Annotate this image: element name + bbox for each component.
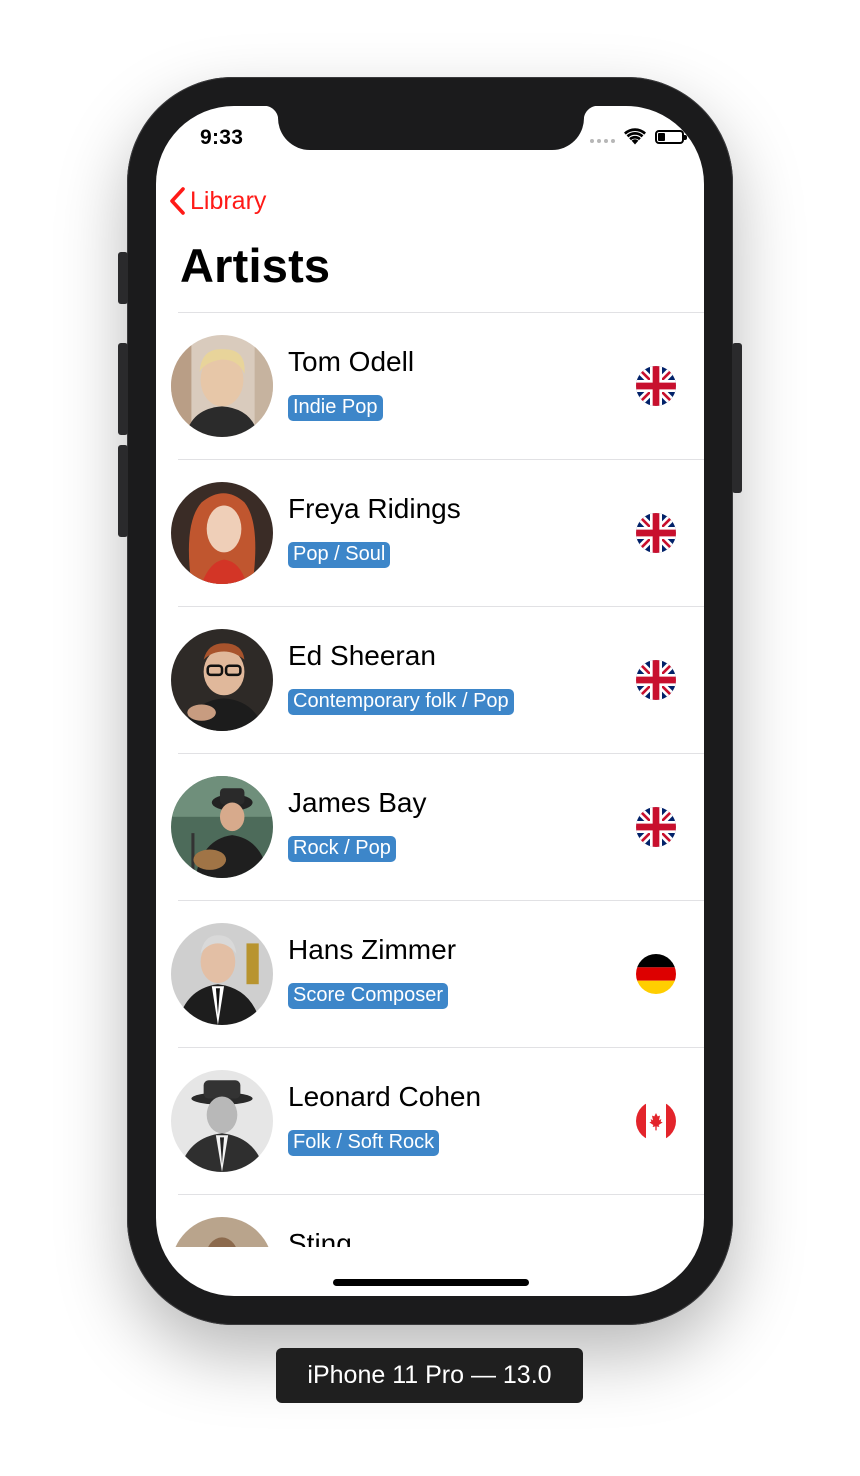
- avatar: [171, 629, 273, 731]
- back-label: Library: [190, 186, 267, 215]
- gb-flag-icon: [636, 366, 676, 406]
- de-flag-icon: [636, 954, 676, 994]
- gb-flag-icon: [636, 807, 676, 847]
- back-button[interactable]: Library: [168, 186, 266, 216]
- gb-flag-icon: [636, 660, 676, 700]
- artist-list[interactable]: Tom Odell Indie Pop Freya Ridings Pop / …: [156, 313, 704, 1247]
- volume-up-button: [118, 343, 128, 435]
- artist-name: Leonard Cohen: [288, 1081, 482, 1112]
- genre-badge: Folk / Soft Rock: [288, 1130, 440, 1156]
- artist-name: Ed Sheeran: [288, 640, 436, 671]
- device-frame: 9:33 Library Artists Tom Odell Indie Pop…: [118, 77, 742, 1325]
- page-title: Artists: [180, 239, 331, 292]
- avatar: [171, 482, 273, 584]
- signal-dots-icon: [590, 131, 615, 143]
- ca-flag-icon: [636, 1101, 676, 1141]
- artist-name: Hans Zimmer: [288, 934, 457, 965]
- list-item[interactable]: Ed Sheeran Contemporary folk / Pop: [171, 607, 704, 754]
- notch: [264, 106, 598, 150]
- gb-flag-icon: [636, 513, 676, 553]
- list-item[interactable]: Tom Odell Indie Pop: [171, 313, 704, 460]
- avatar: [171, 923, 273, 1025]
- status-icons: [590, 128, 687, 145]
- artist-name: Freya Ridings: [288, 493, 461, 524]
- status-time: 9:33: [200, 126, 244, 149]
- avatar: [171, 335, 273, 437]
- artist-name: James Bay: [288, 787, 427, 818]
- power-button: [732, 343, 742, 493]
- screen: 9:33 Library Artists Tom Odell Indie Pop…: [156, 106, 704, 1296]
- list-item[interactable]: Sting: [171, 1195, 704, 1247]
- avatar: [171, 776, 273, 878]
- battery-icon: [655, 129, 687, 144]
- chevron-left-icon: [170, 187, 185, 215]
- list-item[interactable]: Leonard Cohen Folk / Soft Rock: [171, 1048, 704, 1195]
- genre-badge: Pop / Soul: [288, 542, 391, 568]
- list-item[interactable]: Freya Ridings Pop / Soul: [171, 460, 704, 607]
- artist-name: Tom Odell: [288, 346, 415, 377]
- home-indicator[interactable]: [333, 1279, 529, 1286]
- genre-badge: Rock / Pop: [288, 836, 396, 862]
- avatar: [171, 1070, 273, 1172]
- list-item[interactable]: Hans Zimmer Score Composer: [171, 901, 704, 1048]
- wifi-icon: [624, 128, 646, 145]
- avatar: [171, 1217, 273, 1247]
- list-item[interactable]: James Bay Rock / Pop: [171, 754, 704, 901]
- mute-switch: [118, 252, 128, 304]
- genre-badge: Score Composer: [288, 983, 449, 1009]
- device-label: iPhone 11 Pro — 13.0: [276, 1348, 583, 1403]
- genre-badge: Contemporary folk / Pop: [288, 689, 514, 715]
- genre-badge: Indie Pop: [288, 395, 383, 421]
- artist-name: Sting: [288, 1228, 352, 1247]
- volume-down-button: [118, 445, 128, 537]
